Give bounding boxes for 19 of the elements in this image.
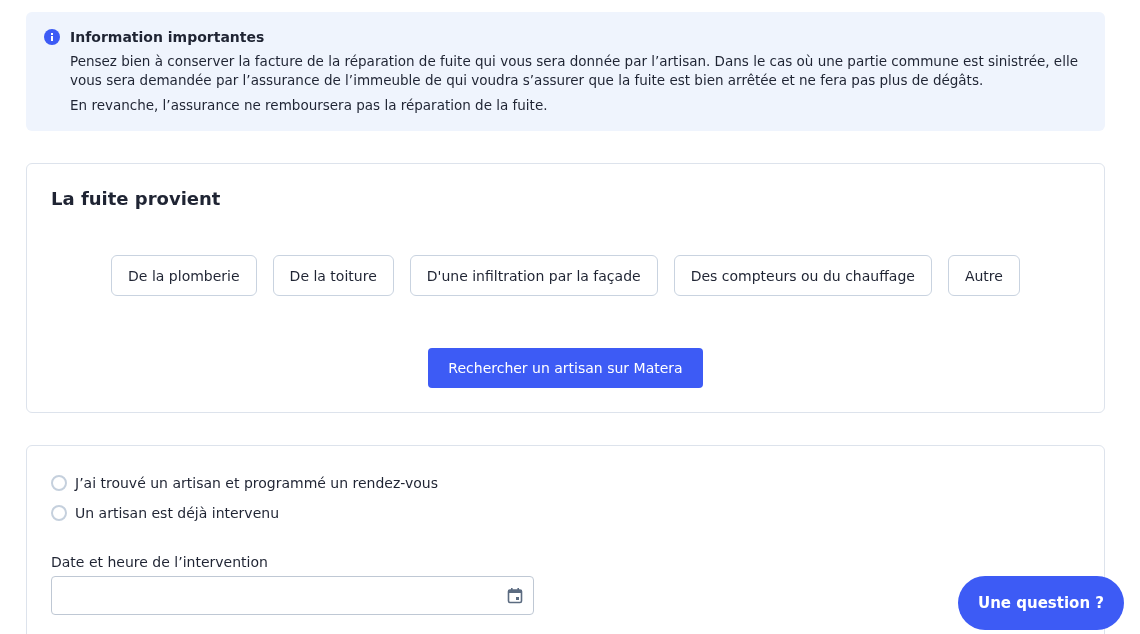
search-artisan-button[interactable]: Rechercher un artisan sur Matera [428, 348, 703, 388]
info-text: Pensez bien à conserver la facture de la réparation de fuite qui vous sera donnée par l’artisan. Dans le cas où une partie commune est sinistrée, elle vous sera demandée par l’assurance de l’immeuble de qui voudra s’assurer que la fuite est bien arrêtée et ne fera pas plus de dégâts. [70, 52, 1079, 90]
info-text: En revanche, l’assurance ne remboursera pas la réparation de la fuite. [70, 96, 549, 115]
option-button[interactable]: De la plomberie [111, 255, 257, 296]
date-input-field[interactable] [51, 576, 534, 615]
option-button[interactable]: Autre [947, 255, 1020, 296]
radio-button[interactable] [51, 505, 67, 521]
radio-label: Un artisan est déjà intervenu [75, 505, 279, 521]
radio-button[interactable] [51, 475, 67, 491]
radio-label: J’ai trouvé un artisan et programmé un rendez-vous [75, 475, 438, 491]
info-icon [44, 29, 60, 45]
option-button[interactable]: D'une infiltration par la façade [409, 255, 658, 296]
option-button[interactable]: Des compteurs ou du chauffage [673, 255, 932, 296]
help-button[interactable]: Une question ? [958, 576, 1124, 630]
info-title: Information importantes [70, 28, 266, 46]
calendar-icon [507, 587, 523, 604]
option-button[interactable]: De la toiture [272, 255, 394, 296]
field-label: Date et heure de l’intervention [51, 554, 269, 570]
section-title: La fuite provient [51, 188, 222, 209]
